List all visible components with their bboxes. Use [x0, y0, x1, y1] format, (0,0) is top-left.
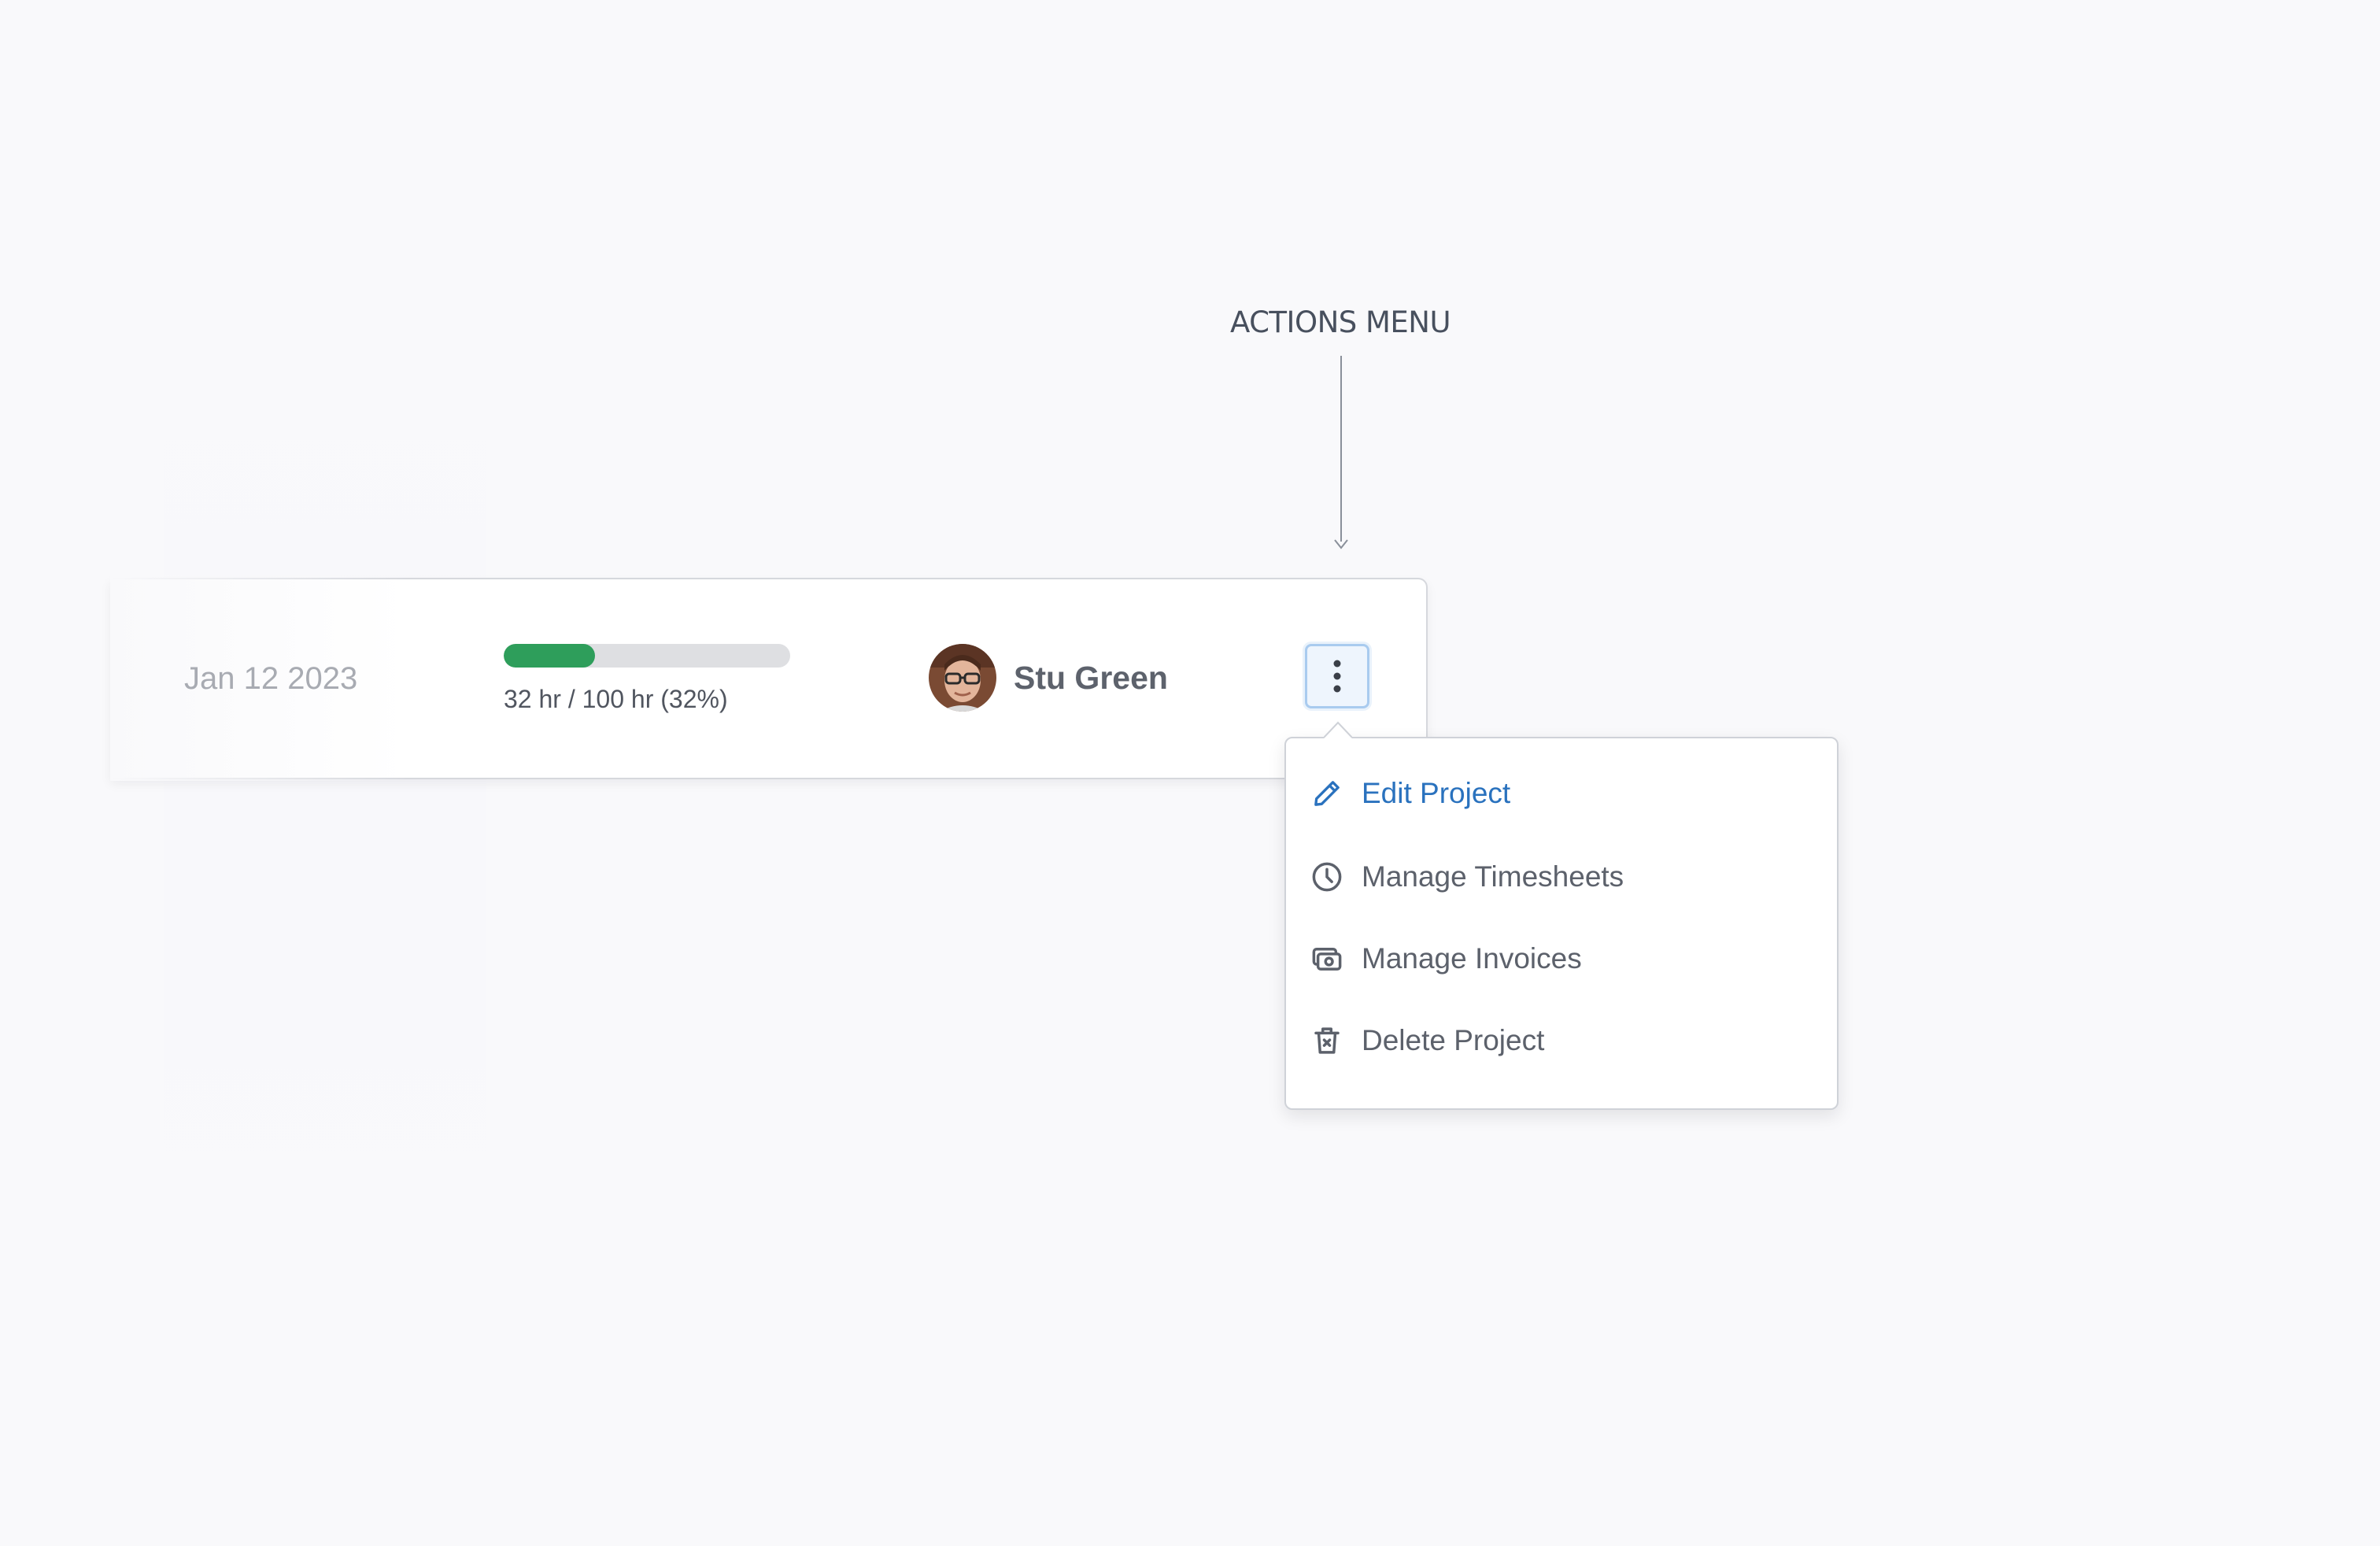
- menu-item-manage-invoices[interactable]: Manage Invoices: [1310, 935, 1582, 982]
- money-icon: [1310, 941, 1344, 976]
- hours-progress-fill: [504, 644, 596, 668]
- pencil-icon: [1310, 776, 1344, 811]
- menu-item-edit-project[interactable]: Edit Project: [1310, 770, 1510, 817]
- avatar: [929, 644, 996, 712]
- project-owner-name: Stu Green: [1014, 660, 1168, 696]
- actions-menu-button[interactable]: [1305, 644, 1369, 708]
- menu-item-delete-project[interactable]: Delete Project: [1310, 1017, 1544, 1064]
- menu-item-label: Manage Invoices: [1362, 942, 1582, 975]
- menu-item-manage-timesheets[interactable]: Manage Timesheets: [1310, 853, 1624, 901]
- menu-item-label: Delete Project: [1362, 1024, 1545, 1056]
- annotation-arrow-icon: [1334, 539, 1348, 549]
- trash-icon: [1310, 1023, 1344, 1058]
- menu-item-label: Manage Timesheets: [1362, 860, 1624, 893]
- project-date: Jan 12 2023: [184, 661, 358, 696]
- hours-progress-label: 32 hr / 100 hr (32%): [504, 685, 728, 713]
- actions-dropdown-menu: Edit Project Manage Timesheets Manage In…: [1284, 737, 1839, 1110]
- more-vertical-icon: [1333, 660, 1341, 693]
- annotation-pointer-line: [1340, 356, 1342, 542]
- page-canvas: ACTIONS MENU Jan 12 2023 32 hr / 100 hr …: [0, 0, 2380, 1546]
- background-column-highlight: [164, 346, 486, 1244]
- actions-menu-annotation: ACTIONS MENU: [1229, 305, 1451, 339]
- hours-progress-bar: [504, 644, 790, 668]
- user-photo: [929, 644, 996, 712]
- dropdown-caret-icon: [1324, 721, 1352, 738]
- menu-item-label: Edit Project: [1362, 777, 1511, 809]
- clock-icon: [1310, 860, 1344, 894]
